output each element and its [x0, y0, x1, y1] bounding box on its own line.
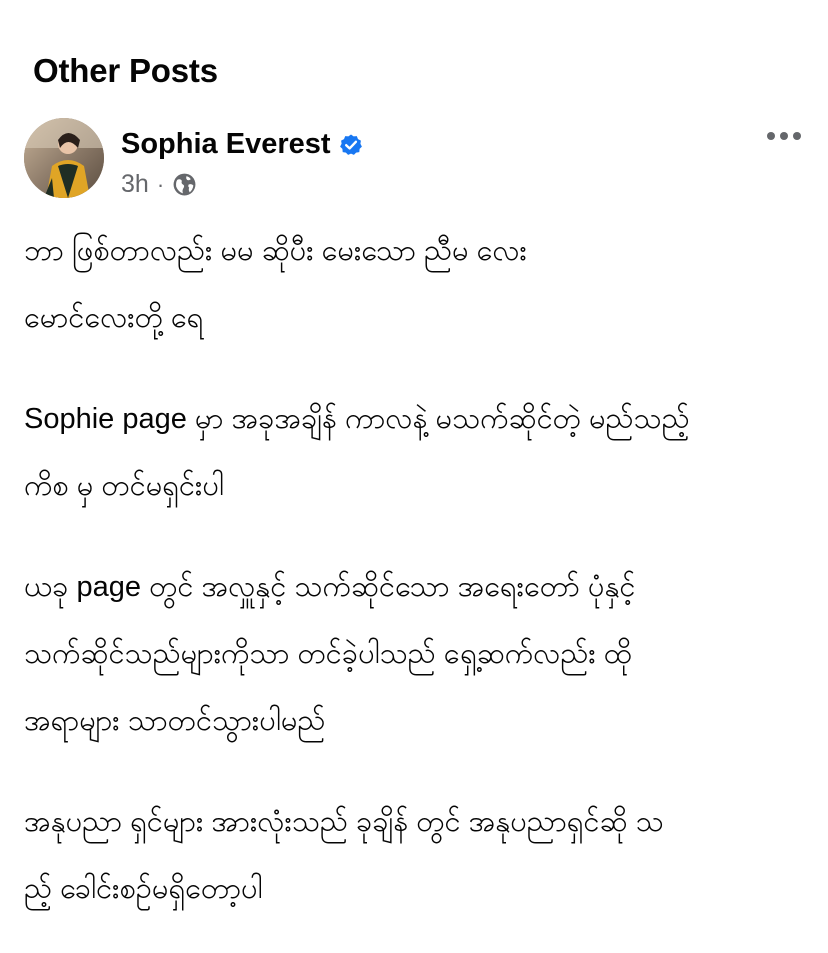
author-name[interactable]: Sophia Everest — [121, 128, 331, 161]
post-paragraph: ယခု page တွင် အလှူနှင့် သက်ဆိုင်သော အရေး… — [24, 571, 636, 737]
avatar[interactable] — [24, 118, 104, 198]
post-paragraph: အနုပညာ ရှင်များ အားလုံးသည် ခုချိန် တွင် … — [24, 806, 664, 905]
more-options-button[interactable] — [764, 124, 804, 148]
meta-separator: · — [156, 171, 165, 197]
avatar-photo — [24, 118, 104, 198]
author-name-row: Sophia Everest — [121, 128, 363, 161]
globe-icon — [172, 172, 197, 197]
post-meta: 3h · — [121, 170, 197, 199]
section-title: Other Posts — [33, 52, 218, 89]
more-horizontal-icon — [767, 132, 801, 140]
post-paragraph: Sophie page မှာ အခုအချိန် ကာလနဲ့ မသက်ဆို… — [24, 403, 690, 502]
post-timestamp[interactable]: 3h — [121, 170, 149, 199]
post-header: Sophia Everest 3h · — [24, 118, 804, 200]
post-paragraph: ဘာ ဖြစ်တာလည်း မမ ဆိုပီး မေးသော ညီမ လေး မ… — [24, 235, 527, 334]
post-body: ဘာ ဖြစ်တာလည်း မမ ဆိုပီး မေးသော ညီမ လေး မ… — [24, 218, 814, 953]
verified-badge-icon — [339, 133, 363, 157]
